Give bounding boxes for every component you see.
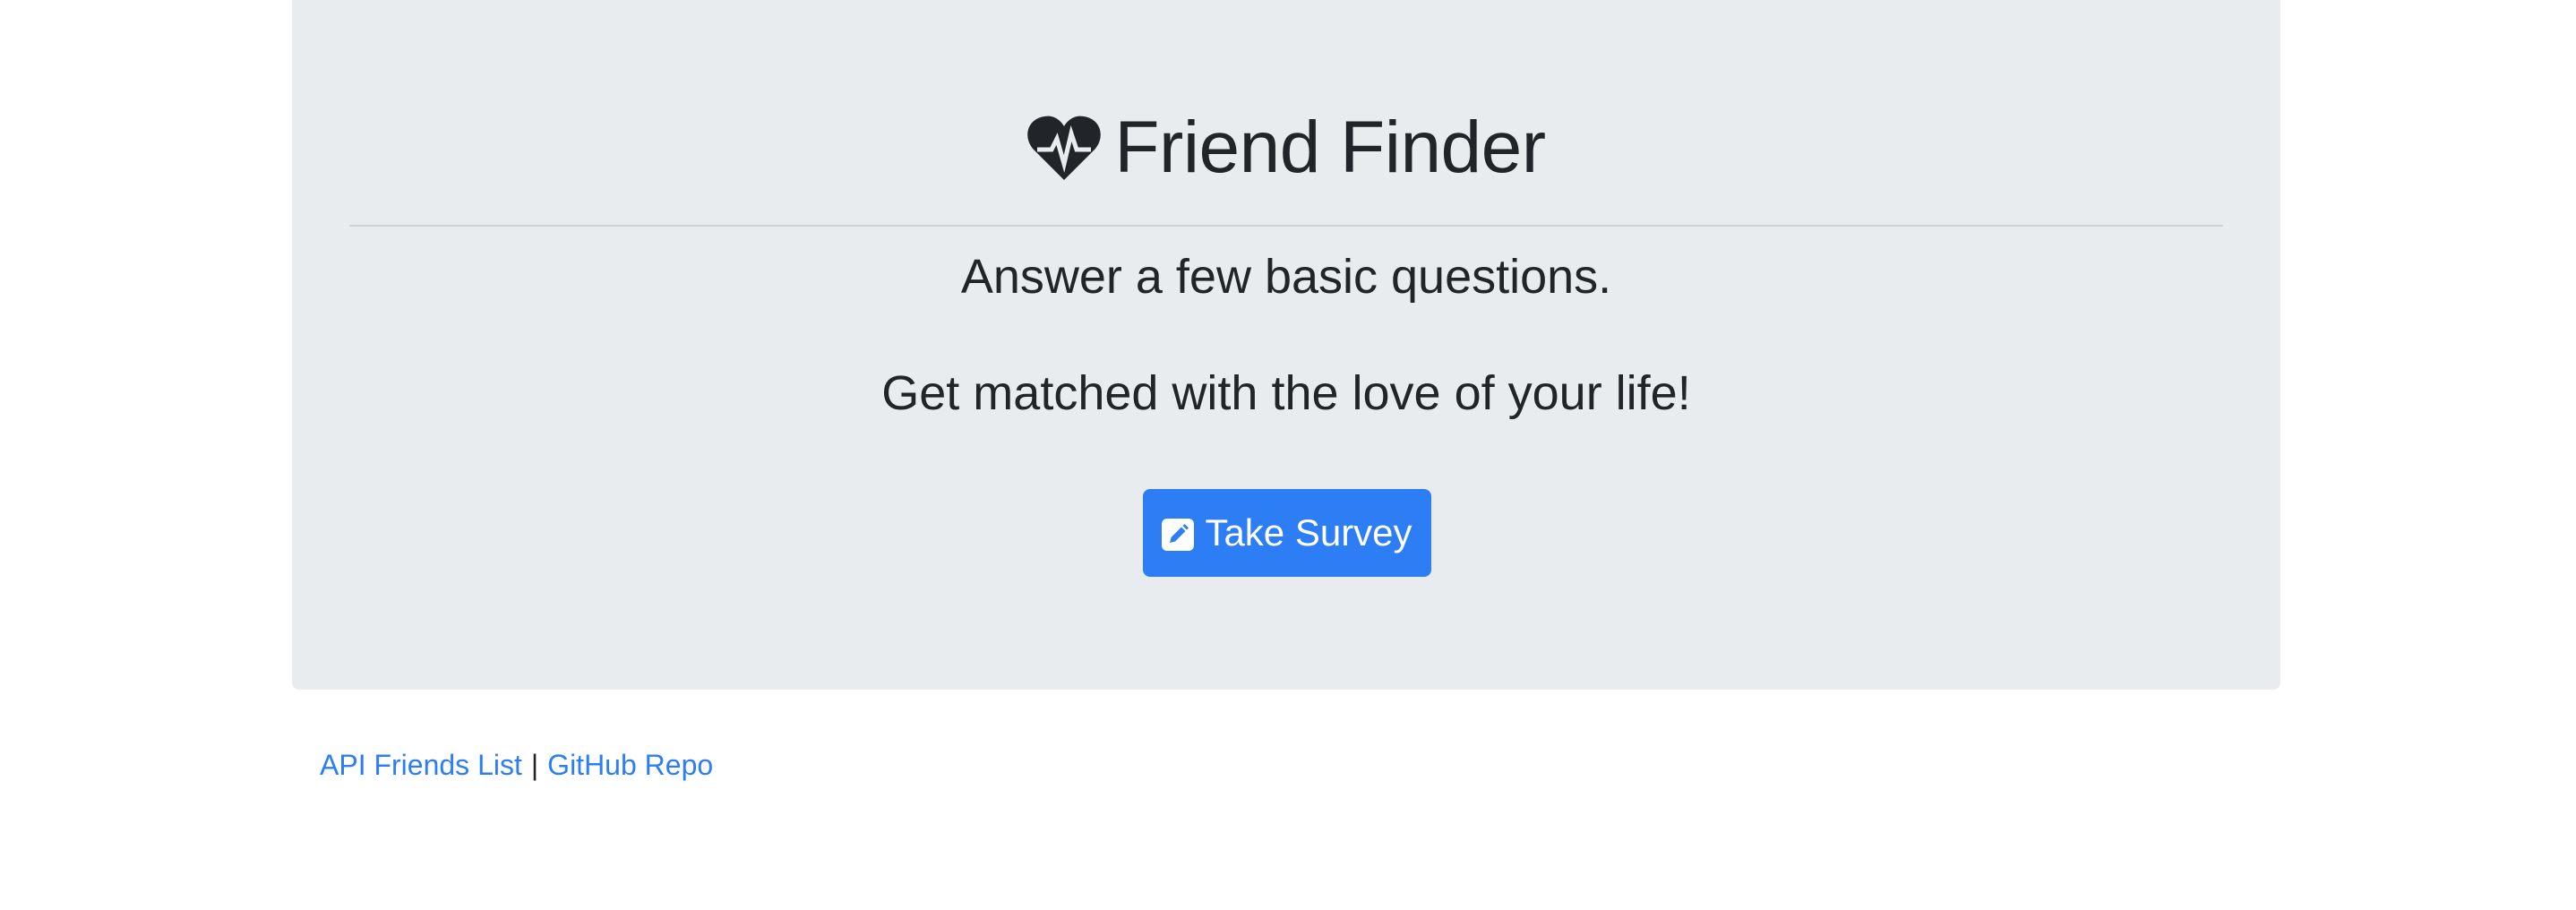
edit-icon (1162, 517, 1195, 551)
title-row: Friend Finder (292, 94, 2280, 202)
divider (349, 225, 2223, 227)
take-survey-button[interactable]: Take Survey (1143, 489, 1431, 577)
footer-separator: | (530, 749, 539, 781)
page-title: Friend Finder (1114, 107, 1546, 188)
jumbotron: Friend Finder Answer a few basic questio… (292, 0, 2280, 690)
take-survey-label: Take Survey (1205, 511, 1413, 554)
heartbeat-icon (1026, 114, 1102, 182)
api-friends-list-link[interactable]: API Friends List (320, 749, 522, 781)
lead-text-1: Answer a few basic questions. (960, 250, 1612, 304)
github-repo-link[interactable]: GitHub Repo (547, 749, 713, 781)
footer: API Friends List | GitHub Repo (320, 749, 713, 782)
lead-text-2: Get matched with the love of your life! (881, 366, 1691, 420)
